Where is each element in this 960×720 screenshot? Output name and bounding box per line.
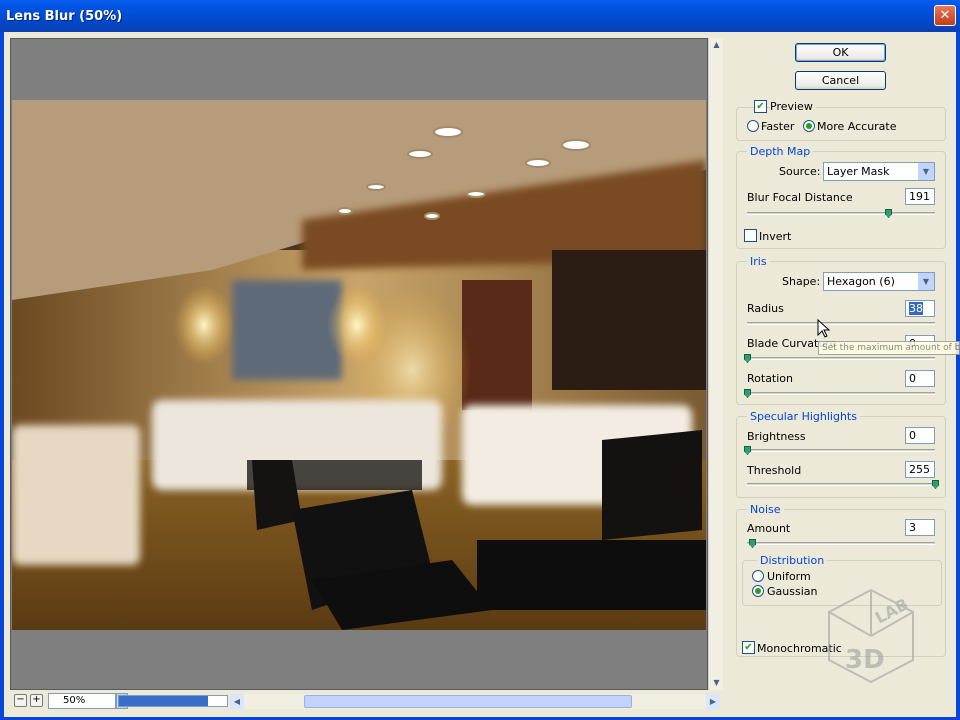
faster-radio[interactable] — [747, 120, 759, 132]
focal-distance-slider[interactable] — [747, 212, 935, 215]
threshold-label: Threshold — [747, 464, 802, 477]
amount-value: 3 — [909, 521, 916, 534]
scroll-up-icon[interactable]: ▲ — [709, 38, 724, 52]
brightness-input[interactable]: 0 — [905, 427, 935, 444]
zoom-in-button[interactable]: + — [30, 694, 43, 707]
chevron-down-icon: ▼ — [918, 273, 934, 290]
brightness-slider[interactable] — [747, 449, 935, 452]
window-title: Lens Blur (50%) — [6, 9, 123, 24]
brightness-value: 0 — [909, 429, 916, 442]
iris-group: Iris Shape: Hexagon (6) ▼ Radius 38 Blad… — [736, 255, 946, 405]
noise-legend: Noise — [747, 503, 784, 516]
threshold-value: 255 — [909, 463, 930, 476]
brightness-thumb[interactable] — [744, 446, 751, 455]
threshold-input[interactable]: 255 — [905, 461, 935, 478]
amount-slider[interactable] — [747, 542, 935, 545]
title-bar[interactable]: Lens Blur (50%) ✕ — [0, 0, 960, 32]
zoom-level-field[interactable]: 50% — [48, 693, 116, 709]
source-select[interactable]: Layer Mask ▼ — [823, 162, 935, 181]
preview-group: ✔ Preview Faster More Accurate — [736, 100, 946, 141]
zoom-out-button[interactable]: − — [14, 694, 27, 707]
gaussian-label: Gaussian — [767, 585, 818, 598]
uniform-radio[interactable] — [752, 570, 764, 582]
shape-select[interactable]: Hexagon (6) ▼ — [823, 272, 935, 291]
specular-legend: Specular Highlights — [747, 410, 860, 423]
specular-group: Specular Highlights Brightness 0 Thresho… — [736, 410, 946, 498]
rotation-value: 0 — [909, 372, 916, 385]
invert-checkbox[interactable] — [744, 229, 757, 242]
depth-map-group: Depth Map Source: Layer Mask ▼ Blur Foca… — [736, 145, 946, 249]
shape-label: Shape: — [782, 275, 821, 288]
svg-text:LAB: LAB — [872, 594, 912, 627]
radius-label: Radius — [747, 302, 784, 315]
3dlab-watermark-logo: LAB 3D — [828, 588, 914, 684]
rotation-label: Rotation — [747, 372, 794, 385]
gaussian-radio[interactable] — [752, 585, 764, 597]
amount-input[interactable]: 3 — [905, 519, 935, 536]
rotation-input[interactable]: 0 — [905, 370, 935, 387]
plus-icon: + — [32, 694, 41, 705]
window-frame-left — [0, 32, 4, 720]
brightness-label: Brightness — [747, 430, 806, 443]
preview-checkbox[interactable]: ✔ — [754, 100, 767, 113]
curvature-thumb[interactable] — [744, 354, 751, 363]
svg-text:3D: 3D — [845, 645, 885, 675]
rotation-thumb[interactable] — [744, 389, 751, 398]
source-value: Layer Mask — [827, 165, 890, 178]
close-button[interactable]: ✕ — [934, 5, 956, 26]
tooltip: Set the maximum amount of blur — [818, 341, 960, 355]
curvature-slider[interactable] — [747, 357, 935, 360]
threshold-thumb[interactable] — [932, 480, 939, 489]
window-frame-right — [956, 32, 960, 720]
more-accurate-radio[interactable] — [803, 120, 815, 132]
zoom-bar: − + 50% ▼ ◀ ▶ — [10, 690, 724, 712]
shape-value: Hexagon (6) — [827, 275, 895, 288]
rotation-slider[interactable] — [747, 392, 935, 395]
threshold-slider[interactable] — [747, 483, 935, 486]
ok-button[interactable]: OK — [795, 43, 886, 62]
amount-thumb[interactable] — [749, 539, 756, 548]
radius-value: 38 — [909, 302, 923, 315]
focal-distance-thumb[interactable] — [885, 209, 892, 218]
amount-label: Amount — [747, 522, 791, 535]
distribution-legend: Distribution — [757, 554, 828, 567]
focal-distance-label: Blur Focal Distance — [747, 191, 853, 204]
scroll-down-icon[interactable]: ▼ — [709, 676, 724, 690]
scroll-right-icon[interactable]: ▶ — [706, 694, 720, 709]
radius-slider[interactable] — [747, 322, 935, 325]
focal-distance-input[interactable]: 191 — [905, 188, 935, 205]
minus-icon: − — [16, 694, 25, 705]
cancel-button[interactable]: Cancel — [795, 71, 886, 90]
depth-map-legend: Depth Map — [747, 145, 814, 158]
uniform-label: Uniform — [767, 570, 811, 583]
preview-image — [12, 100, 706, 630]
source-label: Source: — [779, 165, 821, 178]
more-accurate-label: More Accurate — [817, 120, 897, 133]
chevron-down-icon: ▼ — [918, 163, 934, 180]
iris-legend: Iris — [747, 255, 770, 268]
render-progress-bar — [118, 695, 228, 707]
mouse-cursor-icon — [817, 319, 831, 338]
zoom-level-value: 50% — [63, 695, 86, 706]
preview-horizontal-scrollbar[interactable]: ◀ ▶ — [230, 694, 720, 709]
preview-vertical-scrollbar[interactable]: ▲ ▼ — [708, 38, 723, 690]
invert-label: Invert — [759, 230, 792, 243]
checkmark-icon: ✔ — [756, 101, 765, 112]
radius-input[interactable]: 38 — [905, 300, 935, 317]
close-icon: ✕ — [939, 8, 951, 23]
faster-label: Faster — [761, 120, 795, 133]
checkmark-icon: ✔ — [744, 642, 753, 653]
scroll-left-icon[interactable]: ◀ — [230, 694, 244, 709]
horizontal-scroll-thumb[interactable] — [304, 695, 632, 708]
monochromatic-checkbox[interactable]: ✔ — [742, 641, 755, 654]
progress-fill — [119, 696, 208, 706]
preview-label: Preview — [770, 100, 816, 113]
focal-distance-value: 191 — [909, 190, 930, 203]
